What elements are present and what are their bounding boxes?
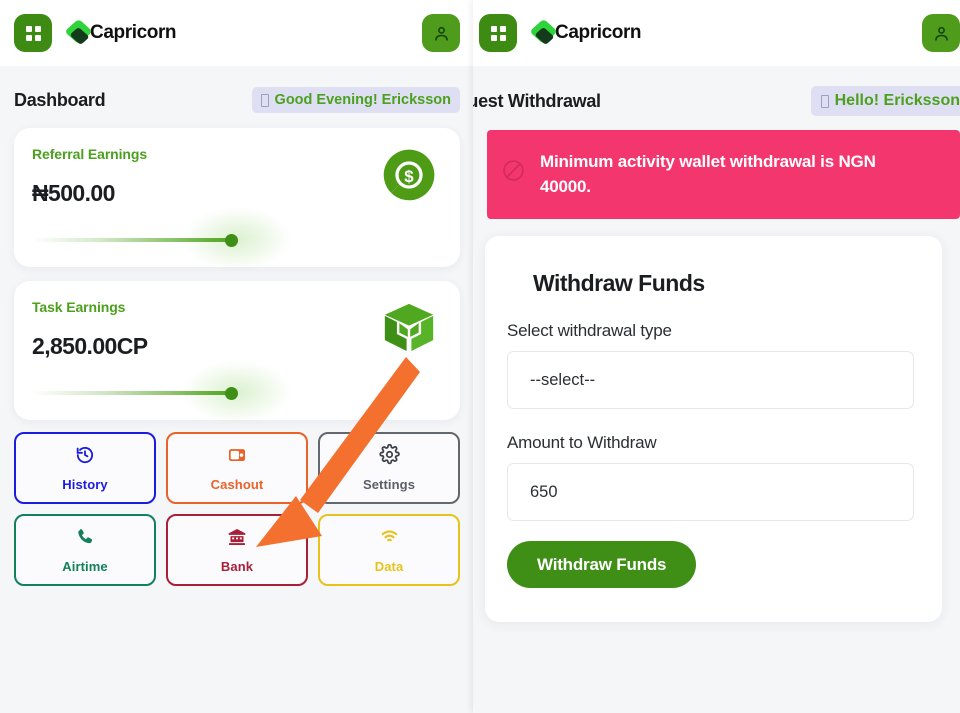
airtime-label: Airtime [62, 558, 108, 574]
history-button[interactable]: History [14, 432, 156, 504]
quick-actions-grid: History Cashout Settings Airtime Bank Da… [0, 420, 474, 586]
withdrawal-type-label: Select withdrawal type [507, 321, 672, 341]
brand-logo[interactable]: Capricorn [529, 18, 642, 46]
right-withdrawal-panel: Capricorn equest Withdrawal Hello! Erick… [473, 0, 960, 713]
data-button[interactable]: Data [318, 514, 460, 586]
left-appbar: Capricorn [0, 0, 474, 66]
minimum-withdrawal-alert: Minimum activity wallet withdrawal is NG… [487, 130, 960, 220]
progress-handle [225, 387, 238, 400]
left-dashboard-panel: Capricorn Dashboard Good Evening! Ericks… [0, 0, 474, 713]
airtime-button[interactable]: Airtime [14, 514, 156, 586]
brand-name: Capricorn [555, 22, 642, 43]
right-page-head: equest Withdrawal Hello! Ericksson [473, 66, 960, 116]
pie-chart-dollar-icon: $ [380, 146, 438, 209]
task-earnings-label: Task Earnings [32, 295, 152, 319]
history-clock-icon [75, 445, 95, 470]
greeting-text: Good Evening! Ericksson [274, 92, 451, 108]
grid-menu-icon[interactable] [14, 14, 52, 52]
capricorn-logo-icon [529, 18, 558, 46]
phone-call-icon [75, 527, 95, 552]
grid-menu-icon[interactable] [479, 14, 517, 52]
missing-glyph-icon [260, 93, 269, 107]
greeting-text: Hello! Ericksson [834, 92, 960, 109]
wallet-icon [227, 445, 247, 470]
missing-glyph-icon [820, 94, 829, 108]
amount-input[interactable]: 650 [507, 463, 914, 522]
open-box-package-icon [380, 299, 438, 362]
left-page-head: Dashboard Good Evening! Ericksson [0, 66, 474, 114]
page-title: equest Withdrawal [473, 90, 601, 111]
brand-name: Capricorn [90, 22, 177, 43]
withdraw-funds-form: Withdraw Funds Select withdrawal type --… [485, 236, 942, 623]
bank-label: Bank [220, 558, 254, 574]
data-label: Data [374, 559, 404, 574]
brand-logo[interactable]: Capricorn [64, 18, 177, 46]
progress-track [32, 391, 232, 395]
withdrawal-type-value: --select-- [530, 370, 596, 389]
referral-earnings-label: Referral Earnings [32, 142, 174, 166]
right-appbar: Capricorn [473, 0, 960, 66]
referral-earnings-card[interactable]: Referral Earnings ₦500.00 $ [14, 128, 460, 271]
user-avatar-icon[interactable] [422, 14, 460, 52]
user-avatar-icon[interactable] [922, 14, 960, 52]
cashout-button[interactable]: Cashout [166, 432, 308, 504]
task-progress-bar [32, 360, 442, 424]
form-title: Withdraw Funds [533, 270, 705, 297]
no-entry-icon [501, 158, 526, 191]
capricorn-logo-icon [64, 18, 93, 46]
withdrawal-type-select[interactable]: --select-- [507, 351, 914, 410]
greeting-badge: Good Evening! Ericksson [251, 87, 460, 113]
alert-message: Minimum activity wallet withdrawal is NG… [540, 152, 876, 196]
svg-text:$: $ [404, 167, 414, 186]
settings-button[interactable]: Settings [318, 432, 460, 504]
settings-label: Settings [362, 477, 416, 492]
amount-label: Amount to Withdraw [507, 433, 657, 453]
bank-button[interactable]: Bank [166, 514, 308, 586]
amount-value: 650 [530, 482, 558, 501]
progress-handle [225, 234, 238, 247]
referral-progress-bar [32, 207, 442, 271]
task-earnings-card[interactable]: Task Earnings 2,850.00CP [14, 281, 460, 424]
wifi-icon [379, 526, 400, 552]
history-label: History [62, 476, 108, 492]
progress-track [32, 238, 232, 242]
greeting-badge: Hello! Ericksson [810, 86, 960, 116]
screenshot-root: Capricorn Dashboard Good Evening! Ericks… [0, 0, 960, 713]
gear-icon [378, 443, 400, 470]
page-title: Dashboard [14, 89, 106, 110]
bank-building-icon [227, 527, 247, 552]
withdraw-funds-submit-button[interactable]: Withdraw Funds [507, 541, 697, 589]
cashout-label: Cashout [210, 476, 264, 492]
